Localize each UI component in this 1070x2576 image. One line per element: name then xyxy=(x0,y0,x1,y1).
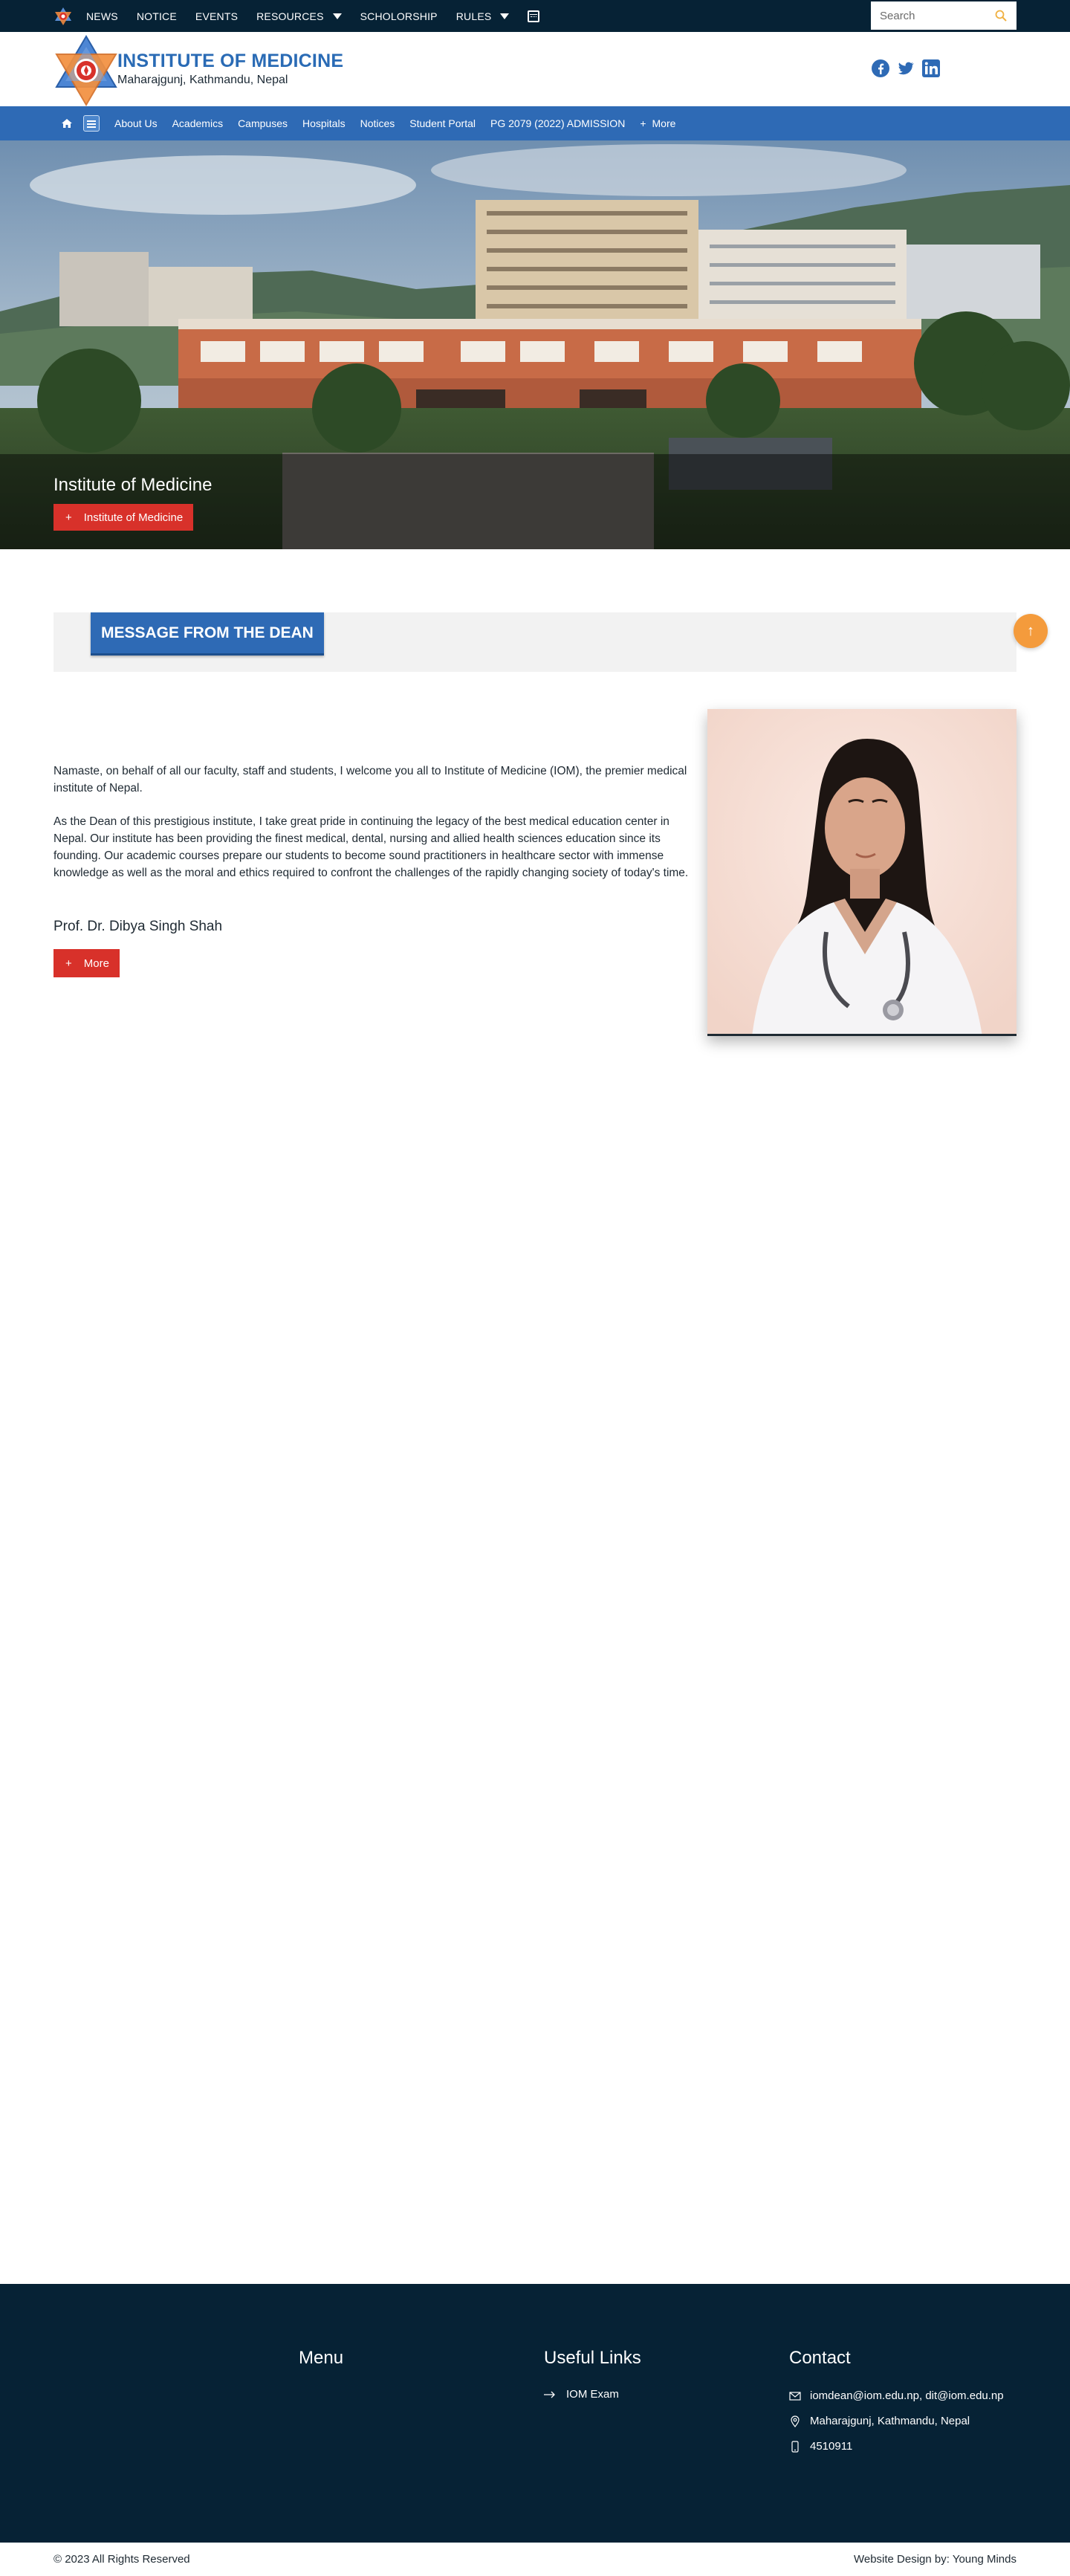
nav-about-us[interactable]: About Us xyxy=(114,117,158,129)
nav-academics[interactable]: Academics xyxy=(172,117,223,129)
topnav-notice[interactable]: NOTICE xyxy=(137,10,177,22)
hero-caption-title: Institute of Medicine xyxy=(54,475,213,495)
footer-contact-title: Contact xyxy=(789,2348,851,2368)
location-pin-icon xyxy=(791,2415,800,2427)
chevron-down-icon xyxy=(332,13,342,19)
footer-link-label: IOM Exam xyxy=(566,2388,619,2401)
footer-links-title: Useful Links xyxy=(544,2348,641,2368)
dean-message-paragraph: As the Dean of this prestigious institut… xyxy=(54,815,689,879)
search-box xyxy=(871,1,1016,30)
contact-phone: 4510911 xyxy=(789,2439,1012,2455)
contact-phone-text[interactable]: 4510911 xyxy=(810,2439,852,2455)
dean-more-button[interactable]: More xyxy=(54,949,120,977)
hero-caption-button[interactable]: Institute of Medicine xyxy=(54,504,194,531)
site-subtitle: Maharajgunj, Kathmandu, Nepal xyxy=(117,74,288,86)
dean-message: Namaste, on behalf of all our faculty, s… xyxy=(54,763,693,898)
topnav-scholorship[interactable]: SCHOLORSHIP xyxy=(360,10,438,22)
dean-photo xyxy=(707,709,1016,1036)
home-icon[interactable] xyxy=(61,117,73,129)
search-input[interactable] xyxy=(880,9,991,22)
nav-hospitals[interactable]: Hospitals xyxy=(302,117,346,129)
chevron-down-icon xyxy=(500,13,510,19)
linkedin-icon[interactable] xyxy=(921,59,941,78)
design-credit[interactable]: Website Design by: Young Minds xyxy=(854,2553,1016,2566)
social-links xyxy=(871,59,941,78)
dean-message-paragraph: Namaste, on behalf of all our faculty, s… xyxy=(54,765,687,795)
dean-section-header: MESSAGE FROM THE DEAN xyxy=(54,612,1016,672)
contact-email-text[interactable]: iomdean@iom.edu.np, dit@iom.edu.np xyxy=(810,2388,1004,2404)
topnav-resources[interactable]: RESOURCES xyxy=(256,10,342,22)
search-icon[interactable] xyxy=(994,9,1008,22)
footer-menu-column: Menu xyxy=(299,2348,343,2388)
arrow-right-icon xyxy=(544,2391,555,2398)
main-nav: About Us Academics Campuses Hospitals No… xyxy=(0,106,1070,140)
nav-campuses[interactable]: Campuses xyxy=(238,117,288,129)
phone-icon xyxy=(791,2441,799,2453)
arrow-up-icon: ↑ xyxy=(1027,622,1034,639)
footer-contact-column: Contact iomdean@iom.edu.np, dit@iom.edu.… xyxy=(789,2348,1012,2464)
contact-address: Maharajgunj, Kathmandu, Nepal xyxy=(789,2413,1012,2430)
calendar-icon[interactable] xyxy=(528,10,540,22)
hero-caption-overlay xyxy=(0,454,1070,549)
nav-student-portal[interactable]: Student Portal xyxy=(409,117,476,129)
topnav-resources-label: RESOURCES xyxy=(256,10,324,22)
nav-pg-admission[interactable]: PG 2079 (2022) ADMISSION xyxy=(490,117,625,129)
twitter-icon[interactable] xyxy=(896,59,915,78)
footer-link-iom-exam[interactable]: IOM Exam xyxy=(544,2388,641,2401)
topnav-events[interactable]: EVENTS xyxy=(195,10,238,22)
scroll-top-button[interactable]: ↑ xyxy=(1014,614,1048,648)
nepal-emblem-icon[interactable] xyxy=(54,7,73,26)
copyright-text: © 2023 All Rights Reserved xyxy=(54,2553,190,2566)
site-header: INSTITUTE OF MEDICINE Maharajgunj, Kathm… xyxy=(0,32,1070,106)
site-footer: Menu Useful Links IOM Exam Contact iomde… xyxy=(0,2284,1070,2543)
top-bar: NEWS NOTICE EVENTS RESOURCES SCHOLORSHIP… xyxy=(0,0,1070,32)
dean-name: Prof. Dr. Dibya Singh Shah xyxy=(54,919,223,934)
contact-address-text: Maharajgunj, Kathmandu, Nepal xyxy=(810,2415,970,2427)
iom-logo[interactable] xyxy=(54,35,119,106)
copyright-bar: © 2023 All Rights Reserved Website Desig… xyxy=(0,2543,1070,2576)
footer-menu-title: Menu xyxy=(299,2348,344,2368)
site-title[interactable]: INSTITUTE OF MEDICINE xyxy=(117,51,343,72)
topnav-rules[interactable]: RULES xyxy=(456,10,510,22)
hero-banner: Institute of Medicine Institute of Medic… xyxy=(0,140,1070,549)
topnav-rules-label: RULES xyxy=(455,10,492,22)
envelope-icon xyxy=(789,2392,801,2401)
topnav-news[interactable]: NEWS xyxy=(86,10,118,22)
footer-links-column: Useful Links IOM Exam xyxy=(544,2348,641,2401)
menu-icon[interactable] xyxy=(83,115,100,132)
nav-notices[interactable]: Notices xyxy=(360,117,395,129)
facebook-icon[interactable] xyxy=(871,59,890,78)
dean-section-title: MESSAGE FROM THE DEAN xyxy=(91,612,324,656)
contact-email: iomdean@iom.edu.np, dit@iom.edu.np xyxy=(789,2388,1012,2404)
nav-more[interactable]: More xyxy=(640,117,676,129)
